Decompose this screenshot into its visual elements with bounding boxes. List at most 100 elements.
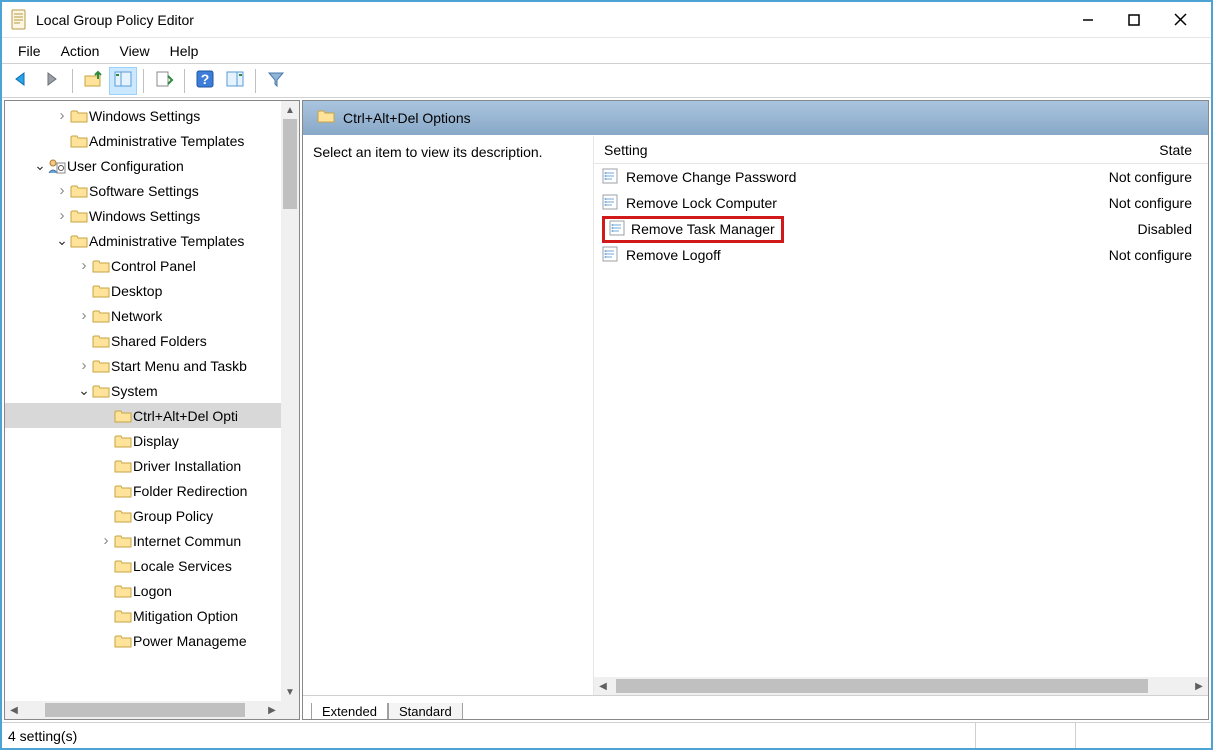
- tab-standard[interactable]: Standard: [388, 703, 463, 719]
- scroll-right-icon[interactable]: ▶: [263, 701, 281, 719]
- scroll-left-icon[interactable]: ◀: [594, 677, 612, 695]
- up-button[interactable]: [79, 67, 107, 95]
- tree-item[interactable]: Power Manageme: [5, 628, 299, 653]
- tree-item[interactable]: Shared Folders: [5, 328, 299, 353]
- tree-item[interactable]: Driver Installation: [5, 453, 299, 478]
- tree-item[interactable]: Administrative Templates: [5, 128, 299, 153]
- chevron-right-icon[interactable]: ›: [99, 532, 113, 549]
- tree-scroll: › Windows Settings Administrative Templa…: [5, 101, 299, 719]
- tree-item-label: Locale Services: [133, 558, 232, 574]
- export-list-button[interactable]: [150, 67, 178, 95]
- tree-item-label: Mitigation Option: [133, 608, 238, 624]
- right-pane-tabs: Extended Standard: [303, 695, 1208, 719]
- setting-row[interactable]: Remove Change PasswordNot configure: [594, 164, 1208, 190]
- chevron-down-icon[interactable]: ⌄: [55, 232, 69, 249]
- chevron-right-icon[interactable]: ›: [77, 357, 91, 374]
- chevron-right-icon[interactable]: ›: [55, 107, 69, 124]
- tree-item[interactable]: › Windows Settings: [5, 103, 299, 128]
- tree-item[interactable]: Locale Services: [5, 553, 299, 578]
- action-panel-icon: [225, 70, 245, 91]
- menu-help[interactable]: Help: [162, 41, 207, 61]
- tree-item-label: Display: [133, 433, 179, 449]
- toolbar-separator: [143, 69, 144, 93]
- close-button[interactable]: [1157, 5, 1203, 35]
- menu-file[interactable]: File: [10, 41, 49, 61]
- folder-icon: [69, 109, 89, 123]
- show-hide-console-tree-button[interactable]: [109, 67, 137, 95]
- tree-item[interactable]: › Software Settings: [5, 178, 299, 203]
- tree-item[interactable]: Logon: [5, 578, 299, 603]
- help-button[interactable]: ?: [191, 67, 219, 95]
- menu-action[interactable]: Action: [53, 41, 108, 61]
- show-hide-action-pane-button[interactable]: [221, 67, 249, 95]
- tree-item-label: Internet Commun: [133, 533, 241, 549]
- chevron-right-icon[interactable]: ›: [55, 182, 69, 199]
- tree-item[interactable]: Ctrl+Alt+Del Opti: [5, 403, 299, 428]
- tree-item[interactable]: Mitigation Option: [5, 603, 299, 628]
- folder-icon: [113, 559, 133, 573]
- chevron-down-icon[interactable]: ⌄: [77, 382, 91, 399]
- tree-item[interactable]: ⌄ User Configuration: [5, 153, 299, 178]
- folder-icon: [113, 434, 133, 448]
- scroll-left-icon[interactable]: ◀: [5, 701, 23, 719]
- settings-list: Setting State Remove Change PasswordNot …: [593, 136, 1208, 695]
- chevron-down-icon[interactable]: ⌄: [33, 157, 47, 174]
- folder-icon: [113, 409, 133, 423]
- window-title: Local Group Policy Editor: [36, 12, 1065, 28]
- tree-item[interactable]: › Internet Commun: [5, 528, 299, 553]
- tree-item[interactable]: › Windows Settings: [5, 203, 299, 228]
- tree-horizontal-scrollbar[interactable]: ◀ ▶: [5, 701, 281, 719]
- setting-state: Not configure: [1088, 247, 1208, 263]
- scroll-down-icon[interactable]: ▼: [281, 683, 299, 701]
- setting-row[interactable]: Remove Logoff Not configure: [594, 242, 1208, 268]
- tree-item[interactable]: › Start Menu and Taskb: [5, 353, 299, 378]
- tree-item-label: Administrative Templates: [89, 133, 244, 149]
- setting-row[interactable]: Remove Lock ComputerNot configure: [594, 190, 1208, 216]
- tree-item[interactable]: › Control Panel: [5, 253, 299, 278]
- chevron-right-icon[interactable]: ›: [55, 207, 69, 224]
- tree-item[interactable]: Group Policy: [5, 503, 299, 528]
- tree-item[interactable]: Desktop: [5, 278, 299, 303]
- scroll-thumb[interactable]: [283, 119, 297, 209]
- tree-item-label: Logon: [133, 583, 172, 599]
- settings-list-header: Setting State: [594, 136, 1208, 164]
- tree-item[interactable]: › Network: [5, 303, 299, 328]
- setting-name: Remove Logoff: [626, 247, 721, 263]
- tree-item-label: Desktop: [111, 283, 162, 299]
- tab-extended[interactable]: Extended: [311, 703, 388, 719]
- folder-icon: [69, 184, 89, 198]
- setting-cell: Remove Logoff: [594, 246, 1088, 265]
- description-pane: Select an item to view its description.: [303, 136, 593, 695]
- column-setting[interactable]: Setting: [594, 142, 1088, 158]
- tree-item[interactable]: ⌄ Administrative Templates: [5, 228, 299, 253]
- main: › Windows Settings Administrative Templa…: [2, 98, 1211, 722]
- tree-vertical-scrollbar[interactable]: ▲ ▼: [281, 101, 299, 701]
- scroll-right-icon[interactable]: ▶: [1190, 677, 1208, 695]
- app-icon: [10, 9, 28, 31]
- tree-item-label: Driver Installation: [133, 458, 241, 474]
- column-state[interactable]: State: [1088, 142, 1208, 158]
- menu-view[interactable]: View: [111, 41, 157, 61]
- status-text: 4 setting(s): [8, 728, 77, 744]
- scroll-up-icon[interactable]: ▲: [281, 101, 299, 119]
- setting-row[interactable]: Remove Task ManagerDisabled: [594, 216, 1208, 242]
- tree-item[interactable]: Display: [5, 428, 299, 453]
- scroll-thumb[interactable]: [45, 703, 245, 717]
- chevron-right-icon[interactable]: ›: [77, 257, 91, 274]
- tree-panel-icon: [113, 70, 133, 91]
- minimize-button[interactable]: [1065, 5, 1111, 35]
- forward-button[interactable]: [38, 67, 66, 95]
- maximize-button[interactable]: [1111, 5, 1157, 35]
- back-button[interactable]: [8, 67, 36, 95]
- list-horizontal-scrollbar[interactable]: ◀ ▶: [594, 677, 1208, 695]
- arrow-left-icon: [12, 71, 32, 90]
- scroll-thumb[interactable]: [616, 679, 1148, 693]
- tree-item[interactable]: Folder Redirection: [5, 478, 299, 503]
- chevron-right-icon[interactable]: ›: [77, 307, 91, 324]
- folder-icon: [91, 284, 111, 298]
- tree-item[interactable]: ⌄ System: [5, 378, 299, 403]
- filter-button[interactable]: [262, 67, 290, 95]
- right-pane-header: Ctrl+Alt+Del Options: [303, 101, 1208, 135]
- scroll-corner: [281, 701, 299, 719]
- folder-icon: [91, 334, 111, 348]
